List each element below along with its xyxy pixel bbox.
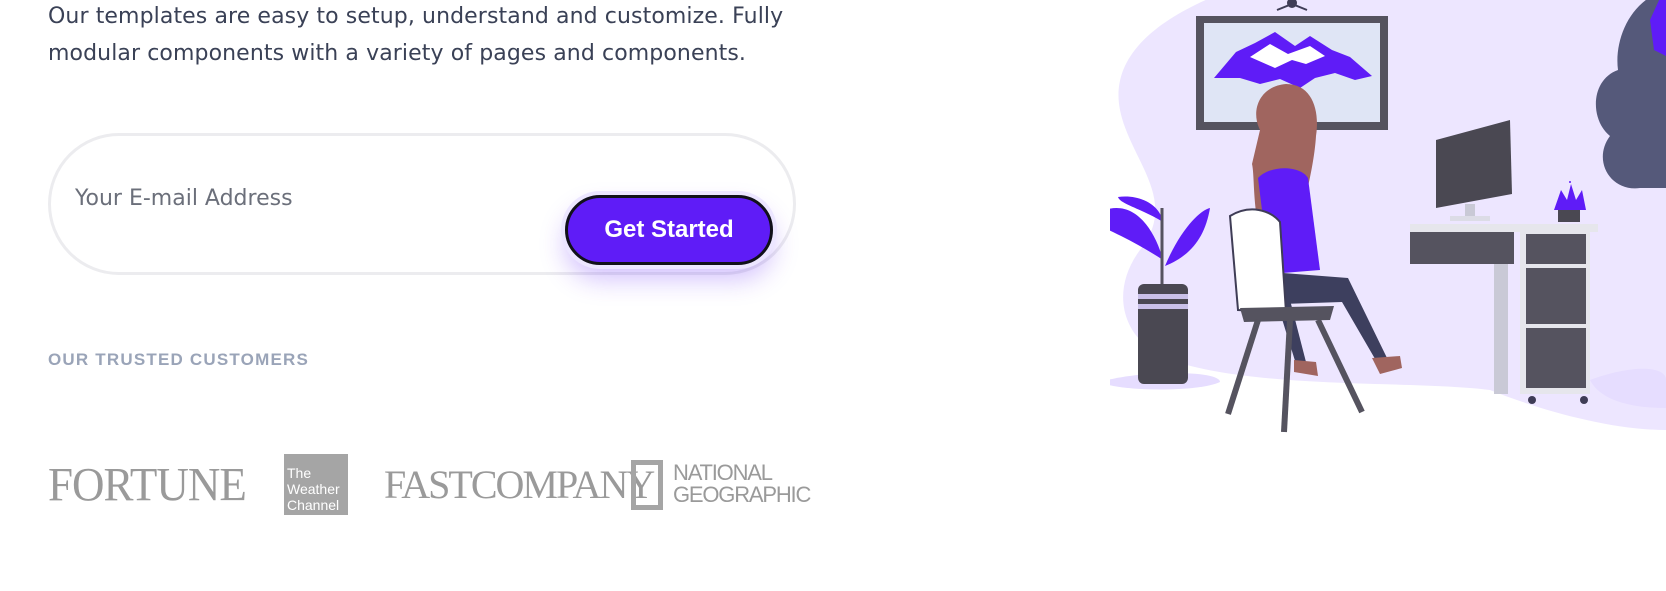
weather-channel-logo: The Weather Channel bbox=[284, 454, 348, 515]
desk-drawer-3 bbox=[1526, 328, 1586, 388]
caster-left bbox=[1528, 396, 1536, 404]
email-input[interactable] bbox=[75, 176, 555, 220]
fortune-logo: FORTUNE bbox=[48, 458, 247, 512]
hero-description-line-1: Our templates are easy to setup, underst… bbox=[48, 4, 784, 29]
weather-logo-line-1: The bbox=[287, 465, 312, 481]
natgeo-line-2: GEOGRAPHIC bbox=[673, 482, 811, 507]
plant-pot-leaf-1 bbox=[1569, 181, 1571, 183]
get-started-button[interactable]: Get Started bbox=[565, 195, 773, 265]
desk-drawer-2 bbox=[1526, 268, 1586, 324]
desk-drawer-1 bbox=[1526, 234, 1586, 264]
monitor-stand bbox=[1465, 204, 1475, 218]
desk-shelf bbox=[1410, 232, 1514, 264]
natgeo-wordmark: NATIONAL GEOGRAPHIC bbox=[673, 460, 811, 507]
chair-back bbox=[1228, 208, 1288, 314]
fast-company-logo: FASTCOMPANY bbox=[384, 462, 655, 507]
monitor-base bbox=[1450, 216, 1490, 221]
weather-logo-line-2: Weather bbox=[287, 481, 340, 497]
national-geographic-logo: NATIONAL GEOGRAPHIC bbox=[631, 460, 811, 510]
desk-top bbox=[1410, 224, 1598, 232]
weather-logo-line-3: Channel bbox=[287, 497, 340, 513]
natgeo-frame-icon bbox=[631, 460, 663, 510]
desk-leg bbox=[1494, 264, 1508, 394]
natgeo-line-1: NATIONAL bbox=[673, 460, 773, 485]
pot-stripe-1 bbox=[1138, 294, 1188, 299]
woman-at-desk-illustration bbox=[1110, 0, 1666, 433]
email-signup-form: Get Started bbox=[48, 133, 796, 275]
caster-right bbox=[1580, 396, 1588, 404]
desk-plant-pot bbox=[1558, 210, 1580, 222]
hero-description: Our templates are easy to setup, underst… bbox=[48, 0, 808, 72]
trusted-customers-heading: OUR TRUSTED CUSTOMERS bbox=[48, 350, 310, 369]
pot-stripe-2 bbox=[1138, 304, 1188, 309]
hero-description-line-2: modular components with a variety of pag… bbox=[48, 41, 747, 66]
